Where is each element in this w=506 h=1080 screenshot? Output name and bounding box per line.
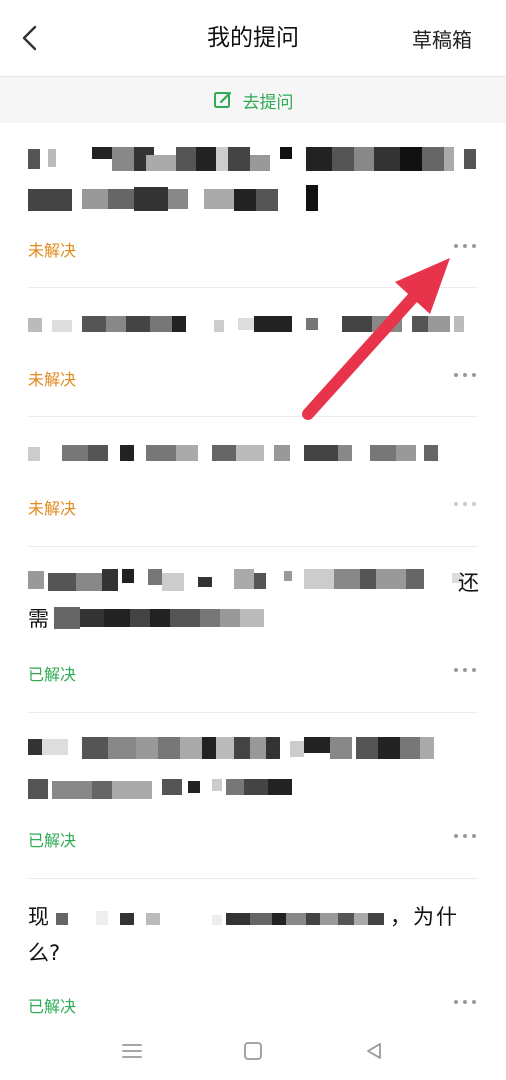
dot: [472, 1000, 476, 1004]
more-options-button[interactable]: [454, 499, 476, 509]
blurred-text: [28, 735, 438, 761]
question-item[interactable]: 未解决: [28, 123, 478, 288]
dot: [463, 244, 467, 248]
question-item[interactable]: 还 需 已解决: [28, 547, 479, 713]
more-options-button[interactable]: [454, 831, 476, 841]
question-text-tail: ，为什: [390, 905, 459, 929]
dot: [454, 1000, 458, 1004]
status-label: 未解决: [28, 499, 77, 518]
blurred-text: [56, 907, 396, 933]
ask-question-label: 去提问: [242, 92, 294, 113]
hamburger-icon: [122, 1044, 142, 1058]
status-label: 已解决: [28, 665, 77, 684]
menu-button[interactable]: [114, 1036, 150, 1066]
back-nav-button[interactable]: [356, 1036, 392, 1066]
question-item[interactable]: 已解决: [28, 713, 478, 879]
question-item[interactable]: 未解决: [28, 288, 478, 417]
question-item[interactable]: 未解决: [28, 417, 478, 547]
question-text-fragment: 需: [28, 607, 49, 631]
blurred-text: [28, 145, 478, 171]
top-bar: 我的提问 草稿箱: [0, 0, 506, 77]
question-list: 未解决 未解决 未解决 还 需 已解决 已解决 现 ，为什 么? 已解决: [0, 123, 506, 1029]
status-label: 已解决: [28, 831, 77, 850]
more-options-button[interactable]: [454, 370, 476, 380]
chevron-left-icon: [22, 25, 37, 51]
dot: [454, 668, 458, 672]
status-label: 未解决: [28, 370, 77, 389]
question-text-fragment: 还: [458, 571, 479, 595]
dot: [463, 668, 467, 672]
dot: [454, 502, 458, 506]
dot: [454, 244, 458, 248]
status-label: 未解决: [28, 241, 77, 260]
more-options-button[interactable]: [454, 665, 476, 675]
drafts-button[interactable]: 草稿箱: [412, 0, 472, 76]
dot: [472, 668, 476, 672]
dot: [463, 502, 467, 506]
back-button[interactable]: [14, 22, 46, 54]
dot: [472, 502, 476, 506]
blurred-text: [28, 443, 448, 469]
dot: [472, 373, 476, 377]
dot: [472, 834, 476, 838]
question-text-lead: 现: [28, 905, 49, 929]
status-label: 已解决: [28, 997, 77, 1016]
triangle-back-icon: [367, 1043, 381, 1059]
question-text-line2: 么?: [28, 941, 61, 965]
dot: [454, 834, 458, 838]
blurred-text: [54, 605, 274, 631]
system-nav-bar: [0, 1026, 506, 1080]
square-icon: [244, 1042, 262, 1060]
dot: [463, 834, 467, 838]
blurred-text: [28, 185, 348, 211]
more-options-button[interactable]: [454, 997, 476, 1007]
edit-icon: [213, 90, 233, 110]
home-button[interactable]: [235, 1036, 271, 1066]
dot: [463, 373, 467, 377]
dot: [463, 1000, 467, 1004]
dot: [454, 373, 458, 377]
ask-question-button[interactable]: 去提问: [0, 77, 506, 123]
dot: [472, 244, 476, 248]
blurred-text: [28, 567, 478, 593]
question-item[interactable]: 现 ，为什 么? 已解决: [28, 879, 478, 1029]
blurred-text: [28, 314, 478, 340]
blurred-text: [28, 775, 298, 801]
more-options-button[interactable]: [454, 241, 476, 251]
